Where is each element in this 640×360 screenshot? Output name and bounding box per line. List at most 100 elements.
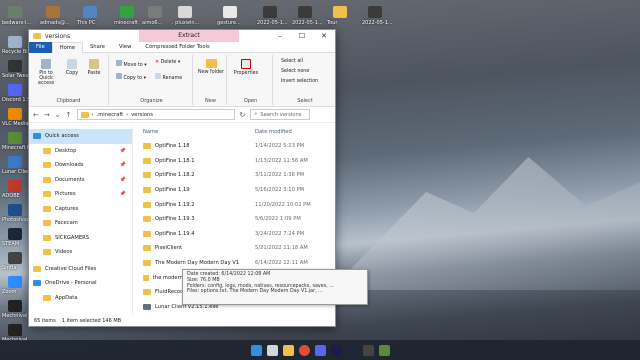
clipboard-group: Pin to Quick access Copy Paste Clipboard — [29, 55, 109, 105]
desktop-file-icon[interactable] — [46, 6, 60, 18]
desktop-file-icon[interactable] — [263, 6, 277, 18]
breadcrumb-minecraft[interactable]: .minecraft — [97, 112, 124, 118]
file-row[interactable]: OptiFine 1.18.1 1/13/2022 11:56 AM — [143, 154, 335, 169]
desktop-shortcut-icon[interactable] — [8, 132, 22, 144]
new-group: New folder New — [195, 55, 227, 105]
nav-item[interactable]: Downloads 📌 — [29, 158, 132, 173]
nav-item[interactable]: AppData — [29, 291, 132, 306]
tab-file[interactable]: File — [29, 41, 52, 53]
invert-selection-button[interactable]: Invert selection — [281, 79, 318, 84]
desktop-shortcut-icon[interactable] — [8, 84, 22, 96]
desktop-shortcut-icon[interactable] — [8, 156, 22, 168]
nav-item[interactable]: OneDrive - Personal — [29, 276, 132, 291]
nav-item[interactable]: Creative Cloud Files — [29, 262, 132, 277]
move-icon — [116, 60, 122, 66]
column-name[interactable]: Name — [143, 129, 255, 135]
desktop-file-icon[interactable] — [8, 6, 22, 18]
desktop-shortcut-icon[interactable] — [8, 252, 22, 264]
discord-icon[interactable] — [314, 344, 326, 356]
address-bar[interactable]: › .minecraft › versions — [76, 109, 235, 120]
desktop-file-icon[interactable] — [120, 6, 134, 18]
desktop-file-icon[interactable] — [178, 6, 192, 18]
tab-view[interactable]: View — [112, 42, 138, 53]
nav-item[interactable]: Desktop 📌 — [29, 144, 132, 159]
delete-button[interactable]: ✕ Delete ▾ — [155, 60, 180, 65]
tab-home[interactable]: Home — [51, 41, 84, 53]
task-view-icon[interactable] — [266, 344, 278, 356]
maximize-button[interactable]: ☐ — [291, 30, 313, 42]
close-button[interactable]: ✕ — [313, 30, 335, 42]
paste-button[interactable]: Paste — [83, 59, 105, 76]
nav-item[interactable]: Documents 📌 — [29, 173, 132, 188]
desktop-file-icon[interactable] — [368, 6, 382, 18]
new-label: New — [205, 98, 216, 104]
file-name: OptiFine 1.18.2 — [155, 172, 195, 179]
file-date: 6/14/2022 12:11 AM — [255, 260, 308, 267]
back-arrow-icon[interactable]: ← — [33, 111, 39, 119]
file-row[interactable]: OptiFine 1.19.2 11/20/2022 10:02 PM — [143, 197, 335, 212]
desktop-shortcut-icon[interactable] — [8, 276, 22, 288]
desktop-shortcut-icon[interactable] — [8, 204, 22, 216]
column-date-modified[interactable]: Date modified — [255, 129, 292, 135]
steam-icon[interactable] — [346, 344, 358, 356]
folder-icon — [143, 187, 151, 194]
folder-icon — [80, 111, 89, 118]
file-row[interactable]: OptiFine 1.18 1/14/2022 5:23 PM — [143, 139, 335, 154]
desktop-shortcut-icon[interactable] — [8, 324, 22, 336]
desktop-file-icon[interactable] — [83, 6, 97, 18]
up-arrow-icon[interactable]: ↑ — [66, 111, 72, 119]
select-none-button[interactable]: Select none — [281, 69, 309, 74]
tab-share[interactable]: Share — [83, 42, 112, 53]
nav-item[interactable]: Captures — [29, 202, 132, 217]
desktop-file-icon[interactable] — [333, 6, 347, 18]
tab-compressed-folder-tools[interactable]: Compressed Folder Tools — [138, 42, 216, 53]
search-input[interactable]: ⌕ Search versions — [250, 109, 311, 120]
nav-item-label: AppData — [55, 294, 78, 301]
copy-to-button[interactable]: Copy to ▾ — [116, 73, 146, 81]
desktop-file-label: 2022-05-1... — [292, 20, 323, 26]
chevron-down-icon[interactable]: ⌄ — [55, 111, 61, 119]
minimize-button[interactable]: – — [269, 30, 291, 42]
desktop-file-icon[interactable] — [298, 6, 312, 18]
desktop-file-icon[interactable] — [148, 6, 162, 18]
obs-icon[interactable] — [362, 344, 374, 356]
select-label: Select — [297, 98, 313, 104]
breadcrumb-versions[interactable]: versions — [131, 112, 153, 118]
move-to-button[interactable]: Move to ▾ — [116, 60, 147, 68]
nav-item[interactable]: Pictures 📌 — [29, 187, 132, 202]
copy-button[interactable]: Copy — [62, 59, 82, 76]
nav-item[interactable]: Facecam — [29, 216, 132, 231]
pin-quick-access-button[interactable]: Pin to Quick access — [32, 59, 60, 86]
minecraft-icon[interactable] — [378, 344, 390, 356]
file-row[interactable]: OptiFine 1.18.2 3/11/2022 1:36 PM — [143, 168, 335, 183]
properties-button[interactable]: Properties — [233, 59, 259, 76]
desktop-shortcut-icon[interactable] — [8, 180, 22, 192]
nav-item[interactable]: SICKGAMERS — [29, 231, 132, 246]
file-name: OptiFine 1.18 — [155, 143, 190, 150]
file-row[interactable]: PixelClient 5/21/2022 11:18 AM — [143, 241, 335, 256]
file-row[interactable]: OptiFine 1.19 5/16/2022 3:10 PM — [143, 183, 335, 198]
nav-item-label: Captures — [55, 205, 79, 212]
select-all-button[interactable]: Select all — [281, 59, 303, 64]
rename-button[interactable]: Rename — [155, 73, 182, 81]
windows-start-icon[interactable] — [250, 344, 262, 356]
nav-item[interactable]: Videos — [29, 245, 132, 260]
folder-icon — [43, 294, 51, 301]
file-row[interactable]: OptiFine 1.19.3 5/6/2022 1:09 PM — [143, 212, 335, 227]
nav-item[interactable]: Quick access — [29, 129, 132, 144]
refresh-icon[interactable]: ↻ — [240, 111, 246, 119]
desktop-shortcut-icon[interactable] — [8, 228, 22, 240]
after-effects-icon[interactable] — [330, 344, 342, 356]
desktop-shortcut-icon[interactable] — [8, 108, 22, 120]
file-explorer-icon[interactable] — [282, 344, 294, 356]
forward-arrow-icon[interactable]: → — [44, 111, 50, 119]
desktop-shortcut-icon[interactable] — [8, 36, 22, 48]
desktop-file-icon[interactable] — [223, 6, 237, 18]
file-row[interactable]: OptiFine 1.19.4 3/24/2022 7:24 PM — [143, 227, 335, 242]
extract-tab[interactable]: Extract — [139, 30, 239, 42]
file-date: 5/16/2022 3:10 PM — [255, 187, 305, 194]
chrome-icon[interactable] — [298, 344, 310, 356]
desktop-shortcut-icon[interactable] — [8, 300, 22, 312]
new-folder-button[interactable]: New folder — [198, 59, 224, 75]
desktop-shortcut-icon[interactable] — [8, 60, 22, 72]
